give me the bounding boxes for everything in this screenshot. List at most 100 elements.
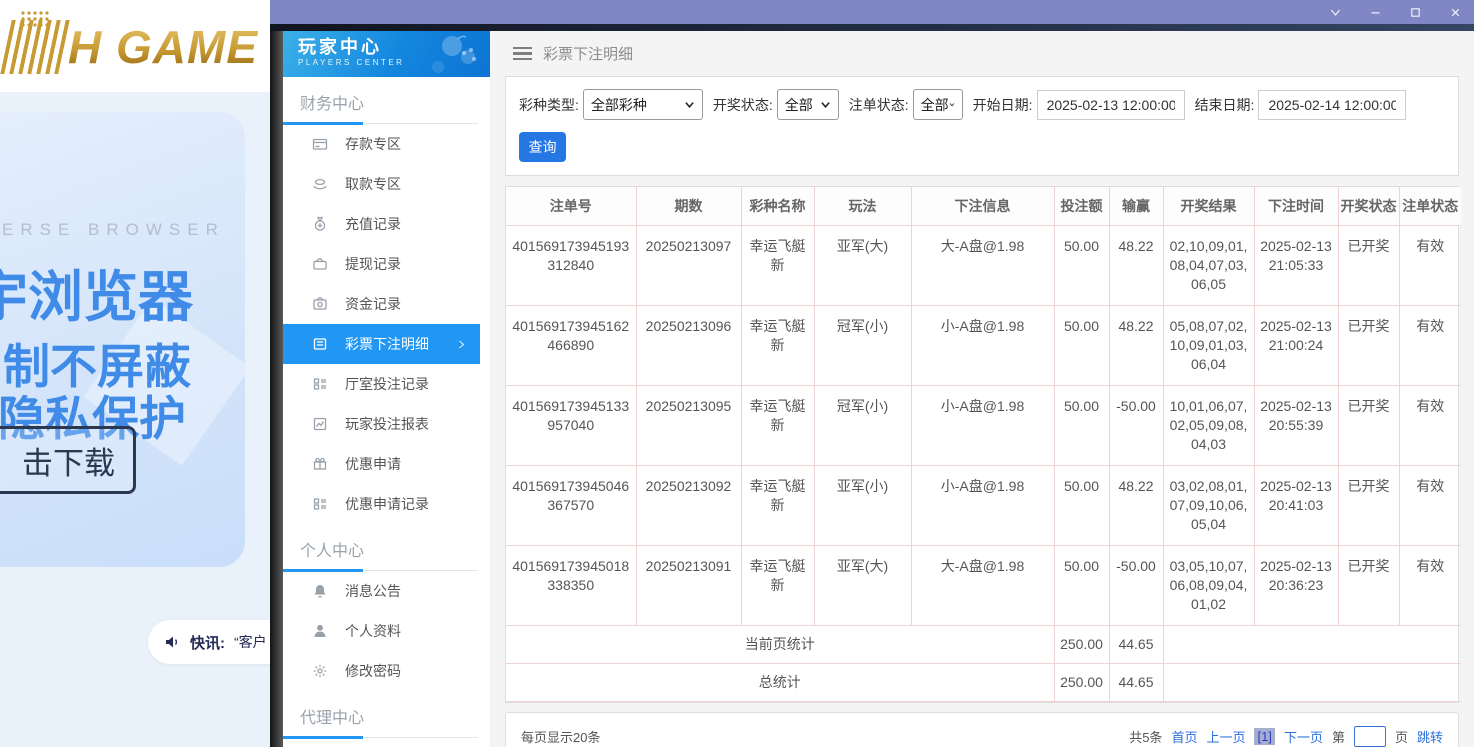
cell: 03,02,08,01,07,09,10,06,05,04	[1163, 465, 1254, 545]
cell: 幸运飞艇新	[741, 385, 814, 465]
background-page: H GAME ERSE BROWSER 宇浏览器 制不屏蔽 隐私保护 击下载 快…	[0, 0, 270, 747]
sidebar-item-彩票下注明细[interactable]: 彩票下注明细	[283, 324, 480, 364]
select-arrow-icon	[820, 99, 831, 110]
withdraw-hand-icon	[312, 176, 328, 192]
chevron-down-icon[interactable]	[1329, 6, 1342, 19]
cell: 小-A盘@1.98	[911, 305, 1054, 385]
search-button[interactable]: 查询	[519, 132, 566, 162]
lottery-type-label: 彩种类型:	[519, 95, 579, 115]
cell: 亚军(大)	[814, 545, 911, 625]
column-header: 注单号	[506, 187, 636, 225]
cell: 401569173945193312840	[506, 225, 636, 305]
sidebar-item-提现记录[interactable]: 提现记录	[283, 244, 490, 284]
page-jump-input[interactable]	[1354, 726, 1386, 747]
first-page-link[interactable]: 首页	[1171, 727, 1197, 746]
download-button[interactable]: 击下载	[0, 426, 136, 494]
select-arrow-icon	[684, 99, 695, 110]
cell: 幸运飞艇新	[741, 545, 814, 625]
cell: -50.00	[1109, 545, 1163, 625]
cell: 有效	[1399, 225, 1461, 305]
column-header: 输赢	[1109, 187, 1163, 225]
lottery-detail-icon	[312, 336, 328, 352]
cell: 50.00	[1054, 385, 1109, 465]
pagination-controls: 共5条 首页 上一页 [1] 下一页 第 页 跳转	[1129, 726, 1443, 747]
sidebar-item-个人资料[interactable]: 个人资料	[283, 611, 490, 651]
cell: 有效	[1399, 305, 1461, 385]
column-header: 下注信息	[911, 187, 1054, 225]
hamburger-menu-icon[interactable]	[513, 47, 532, 61]
sidebar-item-玩家投注报表[interactable]: 玩家投注报表	[283, 404, 490, 444]
sidebar-item-优惠申请记录[interactable]: 优惠申请记录	[283, 484, 490, 524]
minimize-icon[interactable]	[1369, 6, 1382, 19]
window-titlebar	[270, 0, 1474, 24]
cell: 2025-02-13 21:00:24	[1254, 305, 1338, 385]
sidebar-header: 玩家中心 PLAYERS CENTER	[283, 31, 490, 77]
column-header: 开奖结果	[1163, 187, 1254, 225]
sidebar-item-修改密码[interactable]: 修改密码	[283, 651, 490, 691]
table-row: 40156917394513395704020250213095幸运飞艇新冠军(…	[506, 385, 1461, 465]
end-date-input[interactable]	[1258, 90, 1406, 120]
sidebar-item-label: 厅室投注记录	[345, 374, 429, 394]
summary-bet-total: 250.00	[1054, 663, 1109, 701]
sidebar-item-消息公告[interactable]: 消息公告	[283, 571, 490, 611]
filter-row: 彩种类型: 全部彩种 开奖状态: 全部 注单状态: 全部	[519, 89, 1445, 120]
jump-action-link[interactable]: 跳转	[1417, 727, 1443, 746]
start-date-input[interactable]	[1037, 90, 1185, 120]
cell: 大-A盘@1.98	[911, 545, 1054, 625]
cell: 20250213095	[636, 385, 741, 465]
column-header: 彩种名称	[741, 187, 814, 225]
maximize-icon[interactable]	[1409, 6, 1422, 19]
order-status-select[interactable]: 全部	[913, 89, 963, 120]
column-header: 下注时间	[1254, 187, 1338, 225]
column-header: 投注额	[1054, 187, 1109, 225]
funds-record-icon	[312, 296, 328, 312]
jump-label-before: 第	[1332, 727, 1345, 746]
cell: 02,10,09,01,08,04,07,03,06,05	[1163, 225, 1254, 305]
sidebar-item-取款专区[interactable]: 取款专区	[283, 164, 490, 204]
current-page-indicator: [1]	[1254, 728, 1274, 745]
lottery-type-value: 全部彩种	[591, 95, 647, 115]
chevron-right-icon	[456, 339, 467, 350]
cell: 冠军(小)	[814, 305, 911, 385]
close-icon[interactable]	[1449, 6, 1462, 19]
cell: 401569173945133957040	[506, 385, 636, 465]
report-icon	[312, 416, 328, 432]
sidebar-item-资金记录[interactable]: 资金记录	[283, 284, 490, 324]
pagination-bar: 每页显示20条 共5条 首页 上一页 [1] 下一页 第 页 跳转	[505, 712, 1459, 747]
sidebar-item-厅室投注记录[interactable]: 厅室投注记录	[283, 364, 490, 404]
promo-icon	[312, 456, 328, 472]
sidebar-item-充值记录[interactable]: 充值记录	[283, 204, 490, 244]
jump-label-after: 页	[1395, 727, 1408, 746]
cell: 20250213097	[636, 225, 741, 305]
draw-status-value: 全部	[785, 95, 813, 115]
sidebar-item-存款专区[interactable]: 存款专区	[283, 124, 490, 164]
bet-table: 注单号期数彩种名称玩法下注信息投注额输赢开奖结果下注时间开奖状态注单状态4015…	[506, 187, 1461, 702]
table-row: 40156917394504636757020250213092幸运飞艇新亚军(…	[506, 465, 1461, 545]
news-ticker: 快讯: “客户	[148, 620, 270, 664]
next-page-link[interactable]: 下一页	[1284, 727, 1323, 746]
cell: 401569173945018338350	[506, 545, 636, 625]
column-header: 开奖状态	[1338, 187, 1399, 225]
sidebar-item-label: 彩票下注明细	[345, 334, 429, 354]
speaker-icon	[164, 634, 181, 650]
cell: 幸运飞艇新	[741, 465, 814, 545]
ad-tagline: ERSE BROWSER	[2, 220, 225, 240]
cell: 2025-02-13 20:41:03	[1254, 465, 1338, 545]
summary-win-loss: 44.65	[1109, 663, 1163, 701]
order-status-value: 全部	[921, 95, 949, 115]
sidebar-item-label: 修改密码	[345, 661, 401, 681]
column-header: 玩法	[814, 187, 911, 225]
sidebar-item-优惠申请[interactable]: 优惠申请	[283, 444, 490, 484]
cell: 幸运飞艇新	[741, 225, 814, 305]
prev-page-link[interactable]: 上一页	[1206, 727, 1245, 746]
sidebar-section-title: 个人中心	[283, 524, 478, 571]
window-body: 玩家中心 PLAYERS CENTER	[270, 31, 1474, 747]
hall-record-icon	[312, 376, 328, 392]
summary-bet-total: 250.00	[1054, 625, 1109, 663]
cell: 2025-02-13 20:55:39	[1254, 385, 1338, 465]
cell: 有效	[1399, 385, 1461, 465]
lottery-type-select[interactable]: 全部彩种	[583, 89, 703, 120]
sidebar-item-label: 优惠申请记录	[345, 494, 429, 514]
draw-status-select[interactable]: 全部	[777, 89, 839, 120]
main-window: 玩家中心 PLAYERS CENTER	[270, 0, 1474, 747]
